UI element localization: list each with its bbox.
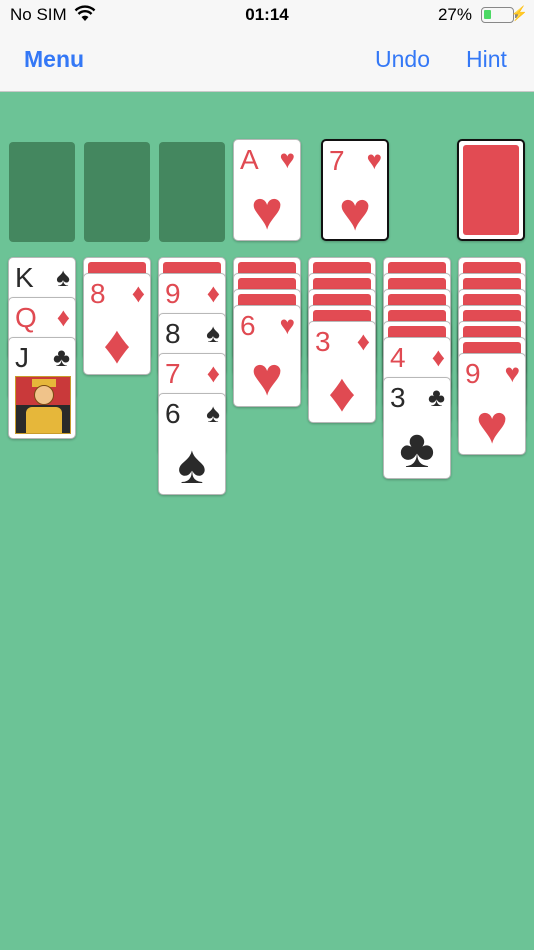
- playing-card[interactable]: 8 ♦ ♦: [83, 273, 151, 375]
- card-rank: J: [15, 342, 29, 373]
- card-suit-icon: ♥: [279, 144, 295, 174]
- card-suit-icon: ♥: [279, 310, 295, 340]
- card-center-suit-icon: ♣: [399, 419, 435, 479]
- card-rank: 3: [315, 326, 331, 357]
- card-rank: 4: [390, 342, 406, 373]
- card-rank: 8: [165, 318, 181, 349]
- card-rank: 9: [465, 358, 481, 389]
- battery-level: [484, 10, 492, 19]
- card-center-suit-icon: ♥: [250, 347, 284, 407]
- foundation-slot-empty[interactable]: [9, 142, 75, 242]
- playing-card[interactable]: 6 ♥ ♥: [233, 305, 301, 407]
- playing-card[interactable]: 3 ♣ ♣: [383, 377, 451, 479]
- charging-icon: ⚡: [510, 5, 528, 21]
- card-center-suit-icon: ♥: [475, 395, 509, 455]
- card-rank: 8: [90, 278, 106, 309]
- card-suit-icon: ♣: [427, 382, 445, 412]
- card-suit-icon: ♠: [206, 318, 220, 348]
- playing-card[interactable]: 3 ♦ ♦: [308, 321, 376, 423]
- card-center-suit-icon: ♦: [328, 363, 356, 423]
- playing-card[interactable]: A ♥ ♥: [233, 139, 301, 241]
- card-rank: Q: [15, 302, 37, 333]
- battery-percent: 27%: [437, 5, 472, 24]
- card-suit-icon: ♦: [56, 302, 70, 332]
- playing-card[interactable]: J ♣: [8, 337, 76, 439]
- card-rank: 3: [390, 382, 406, 413]
- card-suit-icon: ♦: [356, 326, 370, 356]
- card-rank: 6: [165, 398, 181, 429]
- playing-card[interactable]: 7 ♥ ♥: [321, 139, 389, 241]
- card-suit-icon: ♦: [131, 278, 145, 308]
- playing-card[interactable]: 9 ♥ ♥: [458, 353, 526, 455]
- card-rank: A: [240, 144, 259, 175]
- hint-button[interactable]: Hint: [466, 46, 507, 73]
- card-suit-icon: ♦: [431, 342, 445, 372]
- jack-portrait-icon: [15, 376, 71, 434]
- undo-button[interactable]: Undo: [375, 46, 430, 73]
- nav-bar: Menu Undo Hint: [0, 30, 534, 92]
- card-center-suit-icon: ♠: [177, 435, 207, 495]
- playing-card[interactable]: 6 ♠ ♠: [158, 393, 226, 495]
- card-center-suit-icon: ♦: [103, 315, 131, 375]
- battery-icon: [481, 7, 518, 23]
- card-suit-icon: ♦: [206, 358, 220, 388]
- card-suit-icon: ♣: [52, 342, 70, 372]
- foundation-slot-empty[interactable]: [84, 142, 150, 242]
- card-rank: 9: [165, 278, 181, 309]
- stock-pile[interactable]: [457, 139, 525, 241]
- card-suit-icon: ♠: [56, 262, 70, 292]
- card-suit-icon: ♠: [206, 398, 220, 428]
- card-rank: 6: [240, 310, 256, 341]
- status-bar: No SIM 01:14 27% ⚡: [0, 0, 534, 30]
- card-rank: 7: [165, 358, 181, 389]
- foundation-slot-empty[interactable]: [159, 142, 225, 242]
- card-suit-icon: ♥: [504, 358, 520, 388]
- card-rank: K: [15, 262, 34, 293]
- card-rank: 7: [329, 145, 345, 176]
- card-suit-icon: ♦: [206, 278, 220, 308]
- menu-button[interactable]: Menu: [24, 46, 84, 73]
- card-center-suit-icon: ♥: [338, 182, 372, 241]
- card-center-suit-icon: ♥: [250, 181, 284, 241]
- card-suit-icon: ♥: [366, 145, 382, 175]
